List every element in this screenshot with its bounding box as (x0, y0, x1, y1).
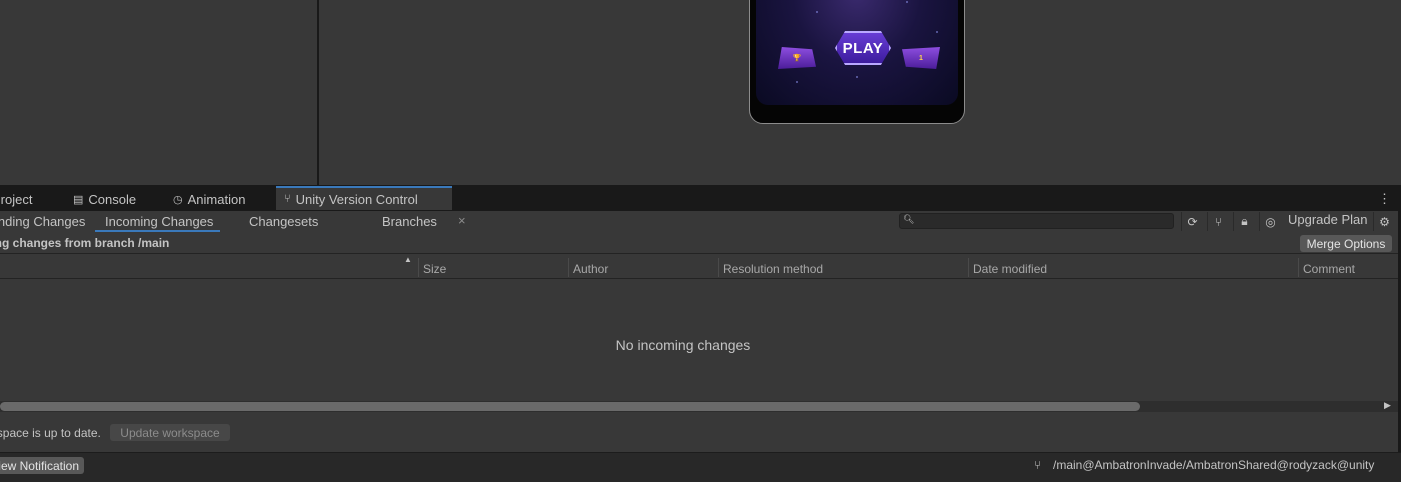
refresh-icon[interactable]: ⟳ (1181, 212, 1203, 231)
game-screen: 🏆 PLAY 1 (756, 0, 958, 105)
scene-left-panel (0, 0, 317, 185)
branch-icon: ⑂ (1034, 458, 1042, 472)
device-preview: 🏆 PLAY 1 (749, 0, 965, 124)
search-icon: 🔍︎ (903, 214, 915, 224)
animation-icon: ◷ (173, 193, 183, 206)
trophy-badge[interactable]: 🏆 (778, 47, 816, 69)
subtab-pending-changes[interactable]: Pending Changes (0, 214, 85, 229)
settings-gear-icon[interactable]: ⚙ (1373, 212, 1395, 231)
column-separator[interactable] (418, 258, 419, 277)
tab-animation-label: Animation (187, 191, 246, 207)
scrollbar-thumb[interactable] (0, 402, 1140, 411)
column-size[interactable]: Size (423, 262, 446, 276)
more-options-icon[interactable]: ⋮ (1378, 191, 1391, 207)
empty-list-message: No incoming changes (615, 337, 751, 353)
scroll-right-icon[interactable]: ▶ (1384, 400, 1391, 411)
subtab-incoming-changes[interactable]: Incoming Changes (105, 214, 213, 229)
column-separator[interactable] (568, 258, 569, 277)
upgrade-plan-button[interactable]: Upgrade Plan (1284, 212, 1372, 231)
tab-console-label: Console (88, 191, 137, 207)
merge-options-button[interactable]: Merge Options (1300, 235, 1392, 252)
tab-console[interactable]: ▤ Console (73, 187, 136, 211)
console-icon: ▤ (73, 193, 84, 206)
search-input[interactable] (899, 213, 1174, 229)
close-tab-icon[interactable]: × (458, 213, 466, 228)
tab-uvc-label: Unity Version Control (295, 191, 418, 207)
view-notification-button[interactable]: View Notification (0, 457, 84, 474)
branch-icon: ⑂ (284, 193, 291, 205)
sort-ascending-icon[interactable]: ▲ (404, 255, 412, 264)
column-author[interactable]: Author (573, 262, 608, 276)
tab-project-label: Project (0, 191, 33, 207)
column-header-row (0, 253, 1398, 279)
rank-badge[interactable]: 1 (902, 47, 940, 69)
branch-header (0, 233, 1398, 253)
subtab-branches[interactable]: Branches (382, 214, 437, 229)
tab-unity-version-control[interactable]: ⑂ Unity Version Control (276, 186, 452, 210)
column-separator[interactable] (1298, 258, 1299, 277)
play-button[interactable]: PLAY (835, 31, 891, 65)
branch-title: Incoming changes from branch /main (0, 236, 170, 250)
update-workspace-button[interactable]: Update workspace (110, 424, 230, 441)
workspace-status-text: Workspace is up to date. (0, 426, 101, 440)
column-date-modified[interactable]: Date modified (973, 262, 1047, 276)
branch-switch-icon[interactable]: ⑂ (1207, 212, 1229, 231)
tab-project[interactable]: Project (0, 187, 32, 211)
active-subtab-indicator (95, 230, 220, 232)
account-icon[interactable]: ◎ (1259, 212, 1281, 231)
subtab-changesets[interactable]: Changesets (249, 214, 318, 229)
lock-icon[interactable]: 🔒︎ (1233, 212, 1255, 231)
workspace-path: /main@AmbatronInvade/AmbatronShared@rody… (1053, 458, 1375, 472)
column-separator[interactable] (718, 258, 719, 277)
tab-animation[interactable]: ◷ Animation (173, 187, 245, 211)
column-separator[interactable] (968, 258, 969, 277)
column-comment[interactable]: Comment (1303, 262, 1355, 276)
column-resolution-method[interactable]: Resolution method (723, 262, 823, 276)
